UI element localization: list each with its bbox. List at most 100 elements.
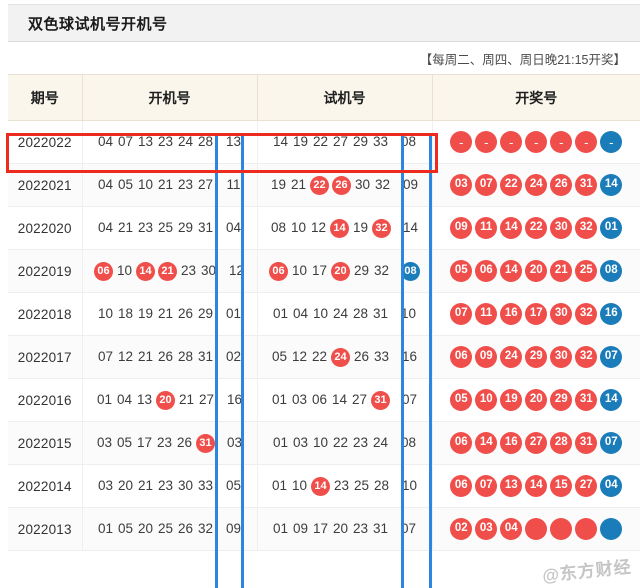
table-row[interactable]: 2022015 03 05 17 23 26 31 03 01 03 10 22 23 24 08 06 14 1… [8, 421, 640, 465]
open-number: 24 [177, 134, 194, 149]
draw-ball-blue: 04 [600, 475, 623, 497]
open-number-red-marked: 20 [156, 390, 175, 410]
draw-ball-blue: 08 [600, 260, 623, 282]
draw-ball-red: 19 [500, 389, 523, 411]
test-number-group: 01 10 14 23 25 28 10 [259, 476, 431, 496]
test-number: 22 [332, 435, 349, 450]
open-number-group: 03 20 21 23 30 33 05 [84, 476, 256, 496]
test-number: 01 [272, 306, 289, 321]
open-blue-number: 11 [226, 177, 241, 192]
draw-ball-red: 02 [450, 518, 473, 540]
open-number: 01 [97, 521, 114, 536]
draw-ball-red: 06 [450, 475, 473, 497]
open-number: 04 [97, 134, 114, 149]
draw-number-group: 07 11 16 17 30 32 16 [434, 303, 640, 325]
draw-ball-blue: - [600, 131, 623, 153]
draw-ball-red [575, 518, 598, 540]
open-number: 07 [117, 134, 134, 149]
page-title: 双色球试机号开机号 [28, 15, 168, 33]
table-row[interactable]: 2022018 10 18 19 21 26 29 01 01 04 10 24 28 31 10 07 11 1… [8, 292, 640, 336]
open-number: 10 [137, 177, 154, 192]
open-number: 26 [177, 306, 194, 321]
table-row[interactable]: 2022014 03 20 21 23 30 33 05 01 10 14 23 25 28 10 06 07 1… [8, 464, 640, 508]
open-blue-number: 03 [226, 435, 243, 450]
test-number: 31 [372, 521, 389, 536]
page-root: 双色球试机号开机号 【每周二、周四、周日晚21:15开奖】 期号 开机号 试机号… [0, 0, 640, 588]
open-number: 26 [176, 435, 193, 450]
test-number: 27 [351, 392, 368, 407]
test-number: 12 [291, 349, 308, 364]
test-number: 25 [353, 478, 370, 493]
table-row[interactable]: 2022020 04 21 23 25 29 31 04 08 10 12 14 19 32 14 09 11 1… [8, 206, 640, 250]
cell-draw: 09 11 14 22 30 32 01 [432, 206, 640, 250]
cell-open: 03 05 17 23 26 31 03 [82, 421, 258, 465]
cell-open: 06 10 14 21 23 30 12 [82, 249, 258, 293]
table-row[interactable]: 2022022 04 07 13 23 24 28 13 14 19 22 27 29 33 08- - - - -… [8, 120, 640, 164]
draw-ball-blue [600, 518, 623, 540]
cell-draw: ------- [432, 120, 640, 164]
open-blue-number: 02 [225, 349, 242, 364]
open-number-red-marked: 06 [94, 261, 113, 281]
draw-ball-red: 16 [500, 432, 523, 454]
open-blue-number: 09 [225, 521, 242, 536]
table-row[interactable]: 2022017 07 12 21 26 28 31 02 05 12 22 24 26 33 16 06 09 2… [8, 335, 640, 379]
test-number-red-marked: 32 [372, 218, 391, 238]
cell-open: 04 07 13 23 24 28 13 [82, 120, 258, 164]
draw-ball-red: - [500, 131, 523, 153]
table-row[interactable]: 2022019 06 10 14 21 23 30 12 06 10 17 20 29 32 08 05 06 1… [8, 249, 640, 293]
open-blue-number: 05 [225, 478, 242, 493]
test-number-group: 05 12 22 24 26 33 16 [259, 347, 431, 367]
table-row[interactable]: 2022013 01 05 20 25 26 32 09 01 09 17 20 23 31 07 02 03 0… [8, 507, 640, 551]
test-number: 05 [271, 349, 288, 364]
draw-ball-red: 04 [500, 518, 523, 540]
open-number: 21 [137, 478, 154, 493]
open-number: 05 [117, 521, 134, 536]
draw-ball-red: 14 [500, 217, 523, 239]
test-number-group: 06 10 17 20 29 32 08 [259, 261, 431, 281]
test-number-group: 01 09 17 20 23 31 07 [259, 519, 431, 539]
draw-ball-red: 14 [500, 260, 523, 282]
column-header-issue: 期号 [8, 74, 83, 121]
draw-ball-red: 24 [500, 346, 523, 368]
open-number-red-marked: 21 [158, 261, 177, 281]
draw-schedule-note: 【每周二、周四、周日晚21:15开奖】 [419, 52, 626, 67]
draw-ball-red: 29 [525, 346, 548, 368]
draw-ball-red: 07 [450, 303, 473, 325]
open-number: 07 [97, 349, 114, 364]
draw-ball-red: 14 [475, 432, 498, 454]
draw-ball-red: 06 [450, 346, 473, 368]
open-number: 05 [116, 435, 133, 450]
cell-draw: 03 07 22 24 26 31 14 [432, 163, 640, 207]
open-number: 21 [117, 220, 134, 235]
cell-test: 05 12 22 24 26 33 16 [257, 335, 433, 379]
test-number: 33 [373, 349, 390, 364]
draw-schedule-note-bar: 【每周二、周四、周日晚21:15开奖】 [8, 42, 640, 74]
open-number-group: 07 12 21 26 28 31 02 [84, 347, 256, 367]
draw-ball-red: 27 [525, 432, 548, 454]
test-number: 28 [352, 306, 369, 321]
open-number-group: 01 04 13 20 21 27 16 [84, 390, 256, 410]
open-number: 27 [198, 392, 215, 407]
open-number: 12 [117, 349, 134, 364]
draw-ball-blue: 14 [600, 174, 623, 196]
draw-number-group: 06 14 16 27 28 31 07 [434, 432, 640, 454]
page-titlebar: 双色球试机号开机号 [8, 4, 640, 42]
cell-open: 10 18 19 21 26 29 01 [82, 292, 258, 336]
lottery-table: 期号 开机号 试机号 开奖号 2022022 04 07 13 23 24 28 13 14 19… [8, 74, 640, 551]
table-row[interactable]: 2022021 04 05 10 21 23 27 11 19 21 22 26 30 32 09 03 07 2… [8, 163, 640, 207]
test-number: 10 [290, 220, 307, 235]
open-blue-number: 13 [225, 134, 242, 149]
draw-number-group: ------- [434, 131, 640, 153]
test-number: 14 [272, 134, 289, 149]
lottery-table-wrapper: 期号 开机号 试机号 开奖号 2022022 04 07 13 23 24 28 13 14 19… [8, 74, 640, 551]
draw-number-group: 02 03 04 [434, 518, 640, 540]
column-header-test: 试机号 [257, 74, 433, 121]
cell-test: 14 19 22 27 29 33 08 [257, 120, 433, 164]
test-number-red-marked: 20 [331, 261, 350, 281]
cell-test: 01 04 10 24 28 31 10 [257, 292, 433, 336]
test-blue-number: 10 [400, 306, 417, 321]
test-number-group: 01 03 06 14 27 31 07 [259, 390, 431, 410]
table-row[interactable]: 2022016 01 04 13 20 21 27 16 01 03 06 14 27 31 07 05 10 1… [8, 378, 640, 422]
test-number: 17 [311, 263, 328, 278]
draw-ball-red: 09 [450, 217, 473, 239]
